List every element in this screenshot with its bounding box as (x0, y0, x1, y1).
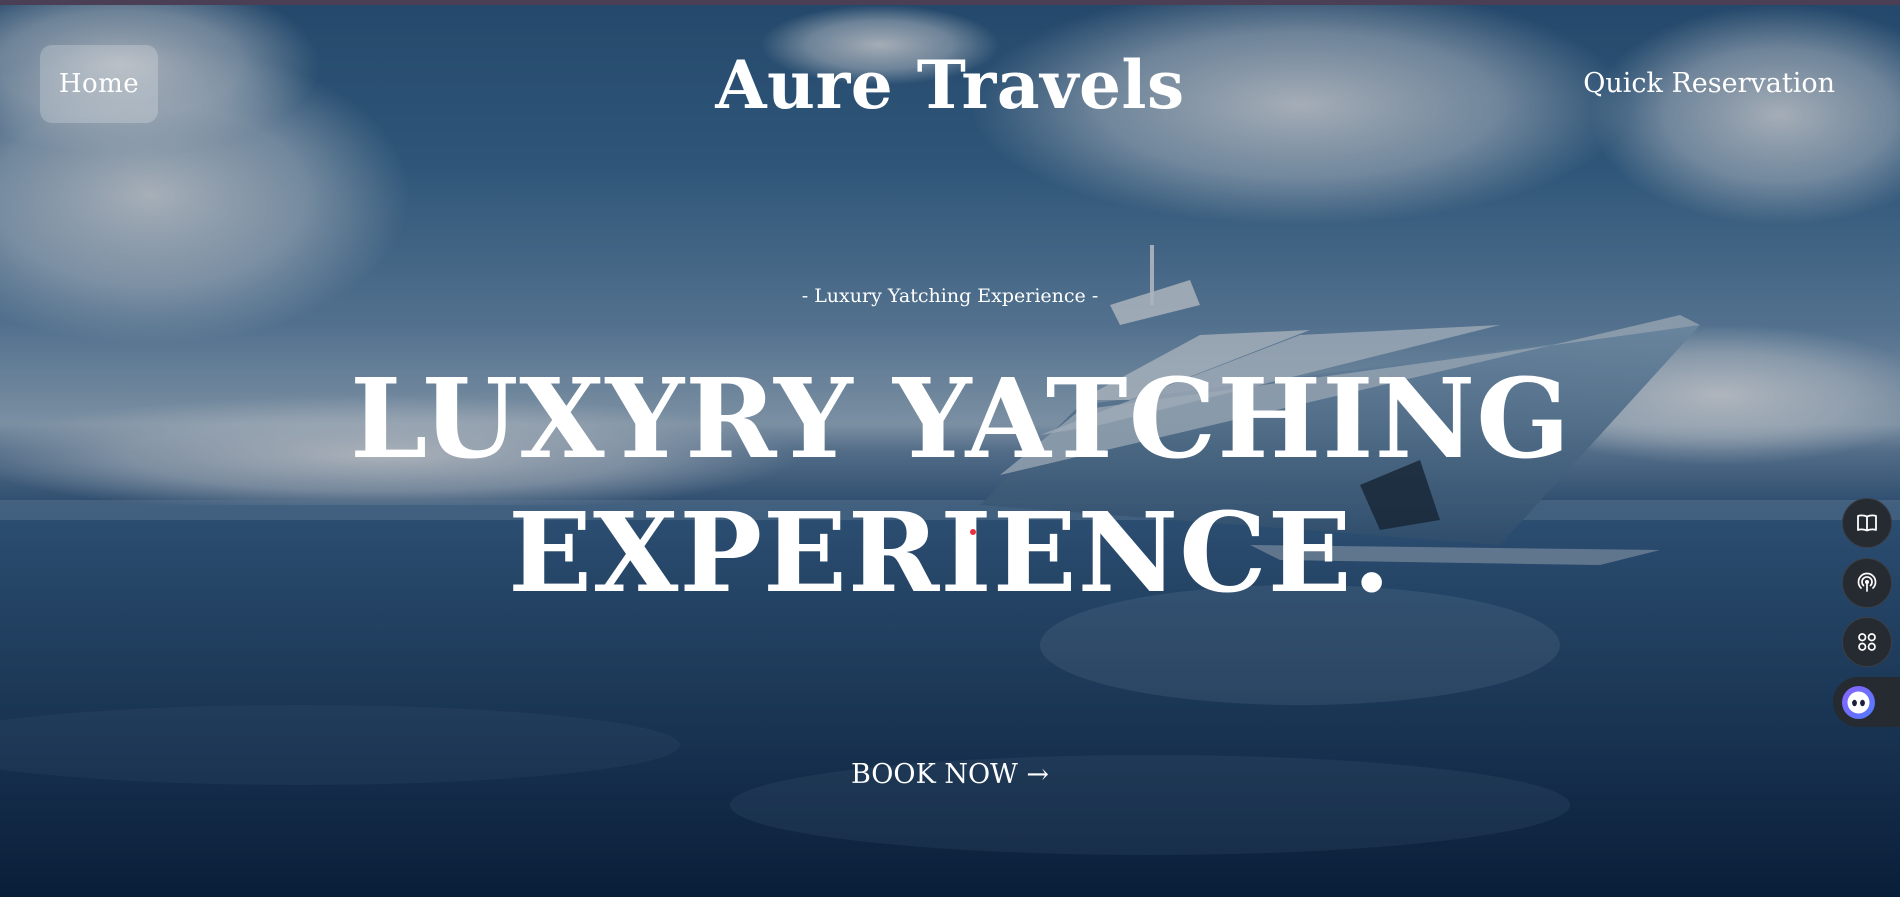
reader-tool-button[interactable] (1842, 498, 1892, 548)
book-icon (1857, 514, 1877, 532)
cursor-dot (970, 529, 976, 535)
quick-reservation-link[interactable]: Quick Reservation (1560, 62, 1835, 106)
hero-headline: LUXYRY YATCHING EXPERIENCE. (350, 352, 1572, 620)
apps-icon (1858, 633, 1876, 651)
assistant-launcher-button[interactable] (1833, 677, 1900, 727)
broadcast-tool-button[interactable] (1842, 558, 1892, 608)
hero-subtitle: - Luxury Yatching Experience - (801, 285, 1099, 307)
page: Home Aure Travels Quick Reservation - Lu… (0, 0, 1900, 897)
home-nav-button[interactable]: Home (40, 45, 158, 123)
hero-headline-line2: EXPERIENCE. (508, 488, 1392, 617)
hero-headline-line1: LUXYRY YATCHING (350, 354, 1572, 483)
book-now-button[interactable]: BOOK NOW → (800, 755, 1100, 795)
broadcast-icon (1857, 572, 1877, 592)
assistant-face-icon (1842, 685, 1875, 719)
brand-logo-text[interactable]: Aure Travels (650, 40, 1250, 130)
apps-tool-button[interactable] (1842, 617, 1892, 667)
assistant-face-glyph (1847, 691, 1870, 713)
